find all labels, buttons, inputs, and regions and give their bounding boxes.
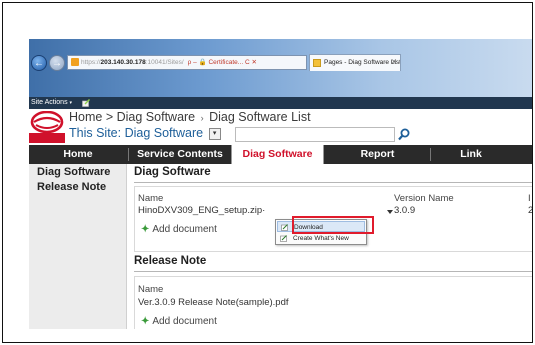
address-path: :10041/Sites/ <box>145 59 184 66</box>
document-name-marker: · <box>262 205 266 216</box>
nav-tab-report[interactable]: Report <box>325 145 430 164</box>
breadcrumb-page: Diag Software List <box>209 110 311 124</box>
sharepoint-favicon-icon <box>313 59 321 67</box>
download-highlight-box <box>292 216 374 234</box>
scope-dropdown-icon[interactable]: ▾ <box>208 127 221 140</box>
section-divider <box>134 271 532 272</box>
forward-arrow-icon: → <box>52 58 62 69</box>
address-protocol: https:// <box>81 59 101 66</box>
quicklaunch-item-release-note[interactable]: Release Note <box>37 181 106 193</box>
quicklaunch-item-diag-software[interactable]: Diag Software <box>37 166 110 178</box>
add-document-label: Add document <box>152 224 217 235</box>
nav-tab-home[interactable]: Home <box>29 145 127 164</box>
sharepoint-ribbon: Site Actions ▾ <box>29 97 532 109</box>
add-icon: ✦ <box>141 316 150 327</box>
column-header-version-name[interactable]: Version Name <box>394 193 454 204</box>
create-whats-new-icon <box>280 235 288 242</box>
column-header-name[interactable]: Name <box>138 193 163 204</box>
main-content: Diag Software Name Version Name I HinoDX… <box>128 164 533 329</box>
section-divider <box>134 182 532 183</box>
diag-software-heading[interactable]: Diag Software <box>134 166 211 178</box>
tab-close-icon[interactable]: ✕ <box>391 55 397 70</box>
document-name-link[interactable]: HinoDXV309_ENG_setup.zip· <box>138 205 265 216</box>
quick-launch: Diag Software Release Note <box>29 164 127 329</box>
search-input[interactable] <box>235 127 395 142</box>
site-actions-menu[interactable]: Site Actions ▾ <box>31 98 72 108</box>
item-menu-arrow-icon[interactable] <box>386 208 394 216</box>
edit-page-icon[interactable] <box>82 99 90 107</box>
search-icon[interactable] <box>397 127 411 142</box>
release-note-document-name[interactable]: Ver.3.0.9 Release Note(sample).pdf <box>138 297 289 308</box>
context-menu-create-whats-new-label: Create What's New <box>293 235 349 242</box>
add-icon: ✦ <box>141 224 150 235</box>
column-header-name[interactable]: Name <box>138 284 163 295</box>
ie-page-icon <box>71 58 79 67</box>
browser-toolbar: ← → https://203.140.30.178:10041/Sites/ρ… <box>29 39 532 97</box>
top-navigation: Home Service Contents Diag Software Repo… <box>29 145 532 164</box>
release-note-library: Name Ver.3.0.9 Release Note(sample).pdf … <box>134 276 532 329</box>
version-name-cell: 3.0.9 <box>394 205 416 216</box>
context-menu-create-whats-new[interactable]: Create What's New <box>277 233 365 244</box>
search-scope: This Site: Diag Software ▾ <box>69 126 221 140</box>
nav-tab-link[interactable]: Link <box>431 145 511 164</box>
browser-screenshot: ← → https://203.140.30.178:10041/Sites/ρ… <box>29 39 533 329</box>
address-bar[interactable]: https://203.140.30.178:10041/Sites/ρ – 🔒… <box>67 55 307 70</box>
add-document-link[interactable]: ✦ Add document <box>141 224 217 235</box>
site-actions-label: Site Actions <box>31 99 68 106</box>
back-arrow-icon: ← <box>34 58 44 69</box>
breadcrumb: Home > Diag Software › Diag Software Lis… <box>69 110 311 124</box>
figure-frame: ← → https://203.140.30.178:10041/Sites/ρ… <box>2 2 533 343</box>
site-header: Home > Diag Software › Diag Software Lis… <box>29 109 532 145</box>
breadcrumb-separator: > <box>105 110 114 124</box>
breadcrumb-separator: › <box>200 113 204 123</box>
tab-title: Pages - Diag Software List <box>324 59 401 66</box>
certificate-indicator[interactable]: ρ – 🔒 Certificate... C ✕ <box>188 59 257 66</box>
nav-tab-service-contents[interactable]: Service Contents <box>129 145 231 164</box>
browser-tab[interactable]: Pages - Diag Software List ✕ <box>309 54 401 71</box>
column-header-partial: I <box>528 193 531 204</box>
hino-logo[interactable] <box>29 111 65 143</box>
breadcrumb-section[interactable]: Diag Software <box>117 110 196 124</box>
site-actions-caret-icon: ▾ <box>69 100 73 106</box>
add-document-label: Add document <box>152 316 217 327</box>
extra-column-cell: 2 <box>528 205 533 216</box>
add-document-link[interactable]: ✦ Add document <box>141 316 217 327</box>
forward-button[interactable]: → <box>49 55 65 71</box>
download-icon <box>281 224 289 231</box>
back-button[interactable]: ← <box>31 55 47 71</box>
search-scope-label: This Site: Diag Software <box>69 126 204 140</box>
document-name[interactable]: HinoDXV309_ENG_setup.zip <box>138 205 262 216</box>
release-note-heading[interactable]: Release Note <box>134 255 206 267</box>
nav-tab-diag-software[interactable]: Diag Software <box>231 145 324 164</box>
breadcrumb-home[interactable]: Home <box>69 110 102 124</box>
address-host: 203.140.30.178 <box>100 59 146 66</box>
